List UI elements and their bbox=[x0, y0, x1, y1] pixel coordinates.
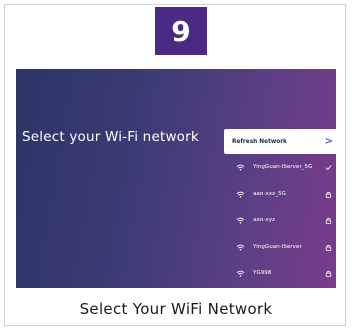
refresh-network-button[interactable]: Refresh Network > bbox=[224, 129, 336, 154]
network-item-yg998[interactable]: YG998 bbox=[224, 261, 336, 285]
lock-icon bbox=[325, 217, 332, 224]
network-name: aao-xyz bbox=[253, 217, 275, 223]
step-number-badge: 9 bbox=[155, 7, 207, 55]
network-name: YingGuan-iServer_5G bbox=[253, 164, 313, 170]
network-item-yingguan-iserver[interactable]: YingGuan-iServer bbox=[224, 235, 336, 259]
wifi-icon bbox=[236, 164, 245, 171]
network-item-aao-xyz[interactable]: aao-xyz bbox=[224, 208, 336, 232]
wifi-icon bbox=[236, 217, 245, 224]
tv-screen: Select your Wi-Fi network Refresh Networ… bbox=[16, 69, 336, 288]
wifi-icon bbox=[236, 191, 245, 198]
screen-title: Select your Wi-Fi network bbox=[22, 129, 199, 145]
wifi-icon bbox=[236, 244, 245, 251]
wifi-icon bbox=[236, 270, 245, 277]
lock-icon bbox=[325, 244, 332, 251]
network-item-aao-xxx-5g[interactable]: aao-xxx_5G bbox=[224, 182, 336, 206]
network-name: aao-xxx_5G bbox=[253, 191, 287, 197]
lock-icon bbox=[325, 191, 332, 198]
network-item-yingguan-iserver-5g[interactable]: YingGuan-iServer_5G bbox=[224, 155, 336, 179]
lock-icon bbox=[325, 270, 332, 277]
network-name: YingGuan-iServer bbox=[253, 244, 302, 250]
connected-check-icon bbox=[325, 164, 332, 170]
refresh-network-label: Refresh Network bbox=[232, 138, 287, 145]
caption-text: Select Your WiFi Network bbox=[79, 300, 273, 318]
chevron-right-icon: > bbox=[324, 136, 333, 147]
network-name: YG998 bbox=[253, 270, 272, 276]
network-list-panel: Refresh Network > YingGuan-iServer_5G aa… bbox=[224, 129, 336, 288]
